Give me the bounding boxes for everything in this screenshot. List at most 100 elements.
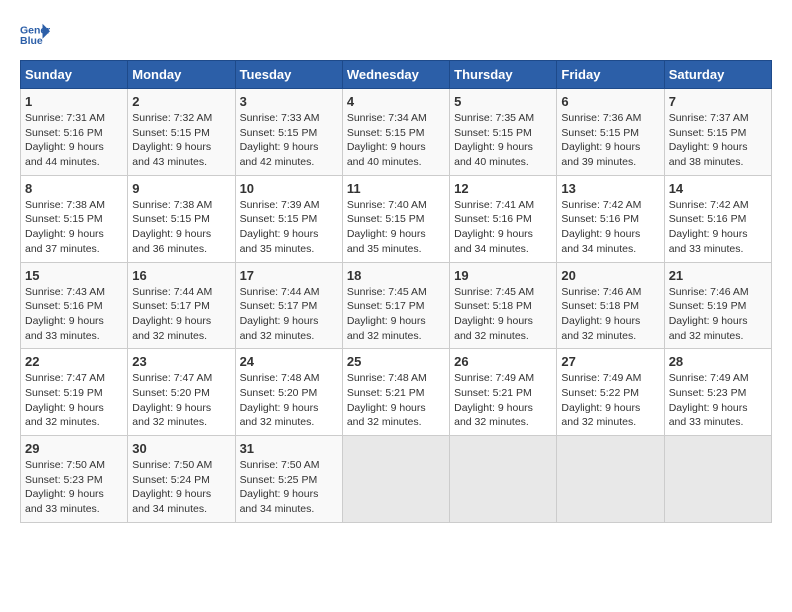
calendar-cell: 17 Sunrise: 7:44 AM Sunset: 5:17 PM Dayl… (235, 262, 342, 349)
logo-icon: General Blue (20, 20, 50, 50)
day-number: 30 (132, 441, 230, 456)
week-row-1: 1 Sunrise: 7:31 AM Sunset: 5:16 PM Dayli… (21, 89, 772, 176)
calendar-cell: 7 Sunrise: 7:37 AM Sunset: 5:15 PM Dayli… (664, 89, 771, 176)
svg-text:Blue: Blue (20, 35, 43, 47)
day-number: 28 (669, 354, 767, 369)
calendar-cell: 12 Sunrise: 7:41 AM Sunset: 5:16 PM Dayl… (450, 175, 557, 262)
day-number: 6 (561, 94, 659, 109)
weekday-header-sunday: Sunday (21, 61, 128, 89)
calendar-cell: 5 Sunrise: 7:35 AM Sunset: 5:15 PM Dayli… (450, 89, 557, 176)
weekday-header-friday: Friday (557, 61, 664, 89)
calendar-cell: 20 Sunrise: 7:46 AM Sunset: 5:18 PM Dayl… (557, 262, 664, 349)
day-info: Sunrise: 7:47 AM Sunset: 5:20 PM Dayligh… (132, 371, 230, 430)
day-number: 4 (347, 94, 445, 109)
calendar-cell: 11 Sunrise: 7:40 AM Sunset: 5:15 PM Dayl… (342, 175, 449, 262)
day-number: 17 (240, 268, 338, 283)
day-info: Sunrise: 7:44 AM Sunset: 5:17 PM Dayligh… (132, 285, 230, 344)
week-row-2: 8 Sunrise: 7:38 AM Sunset: 5:15 PM Dayli… (21, 175, 772, 262)
day-number: 31 (240, 441, 338, 456)
day-number: 20 (561, 268, 659, 283)
week-row-5: 29 Sunrise: 7:50 AM Sunset: 5:23 PM Dayl… (21, 436, 772, 523)
weekday-header-monday: Monday (128, 61, 235, 89)
day-info: Sunrise: 7:38 AM Sunset: 5:15 PM Dayligh… (25, 198, 123, 257)
day-number: 29 (25, 441, 123, 456)
calendar-cell: 30 Sunrise: 7:50 AM Sunset: 5:24 PM Dayl… (128, 436, 235, 523)
calendar-cell: 24 Sunrise: 7:48 AM Sunset: 5:20 PM Dayl… (235, 349, 342, 436)
calendar-cell: 19 Sunrise: 7:45 AM Sunset: 5:18 PM Dayl… (450, 262, 557, 349)
weekday-header-wednesday: Wednesday (342, 61, 449, 89)
calendar-cell: 13 Sunrise: 7:42 AM Sunset: 5:16 PM Dayl… (557, 175, 664, 262)
calendar-cell: 22 Sunrise: 7:47 AM Sunset: 5:19 PM Dayl… (21, 349, 128, 436)
day-info: Sunrise: 7:32 AM Sunset: 5:15 PM Dayligh… (132, 111, 230, 170)
day-info: Sunrise: 7:48 AM Sunset: 5:20 PM Dayligh… (240, 371, 338, 430)
calendar-cell: 26 Sunrise: 7:49 AM Sunset: 5:21 PM Dayl… (450, 349, 557, 436)
day-number: 19 (454, 268, 552, 283)
day-info: Sunrise: 7:45 AM Sunset: 5:18 PM Dayligh… (454, 285, 552, 344)
day-number: 16 (132, 268, 230, 283)
day-number: 22 (25, 354, 123, 369)
day-info: Sunrise: 7:37 AM Sunset: 5:15 PM Dayligh… (669, 111, 767, 170)
day-info: Sunrise: 7:49 AM Sunset: 5:22 PM Dayligh… (561, 371, 659, 430)
day-number: 21 (669, 268, 767, 283)
day-number: 2 (132, 94, 230, 109)
day-info: Sunrise: 7:31 AM Sunset: 5:16 PM Dayligh… (25, 111, 123, 170)
day-number: 8 (25, 181, 123, 196)
day-number: 25 (347, 354, 445, 369)
calendar-cell: 10 Sunrise: 7:39 AM Sunset: 5:15 PM Dayl… (235, 175, 342, 262)
day-number: 7 (669, 94, 767, 109)
calendar-cell (557, 436, 664, 523)
day-info: Sunrise: 7:35 AM Sunset: 5:15 PM Dayligh… (454, 111, 552, 170)
header: General Blue (20, 20, 772, 50)
day-info: Sunrise: 7:45 AM Sunset: 5:17 PM Dayligh… (347, 285, 445, 344)
day-number: 14 (669, 181, 767, 196)
calendar-cell: 9 Sunrise: 7:38 AM Sunset: 5:15 PM Dayli… (128, 175, 235, 262)
day-number: 12 (454, 181, 552, 196)
day-number: 11 (347, 181, 445, 196)
day-number: 5 (454, 94, 552, 109)
calendar-cell (450, 436, 557, 523)
day-number: 10 (240, 181, 338, 196)
day-info: Sunrise: 7:50 AM Sunset: 5:24 PM Dayligh… (132, 458, 230, 517)
day-number: 3 (240, 94, 338, 109)
calendar-cell: 1 Sunrise: 7:31 AM Sunset: 5:16 PM Dayli… (21, 89, 128, 176)
day-info: Sunrise: 7:34 AM Sunset: 5:15 PM Dayligh… (347, 111, 445, 170)
calendar-cell (664, 436, 771, 523)
calendar-table: SundayMondayTuesdayWednesdayThursdayFrid… (20, 60, 772, 523)
day-info: Sunrise: 7:48 AM Sunset: 5:21 PM Dayligh… (347, 371, 445, 430)
day-info: Sunrise: 7:40 AM Sunset: 5:15 PM Dayligh… (347, 198, 445, 257)
calendar-cell: 18 Sunrise: 7:45 AM Sunset: 5:17 PM Dayl… (342, 262, 449, 349)
day-info: Sunrise: 7:43 AM Sunset: 5:16 PM Dayligh… (25, 285, 123, 344)
calendar-cell: 28 Sunrise: 7:49 AM Sunset: 5:23 PM Dayl… (664, 349, 771, 436)
weekday-header-saturday: Saturday (664, 61, 771, 89)
calendar-cell: 27 Sunrise: 7:49 AM Sunset: 5:22 PM Dayl… (557, 349, 664, 436)
calendar-cell: 8 Sunrise: 7:38 AM Sunset: 5:15 PM Dayli… (21, 175, 128, 262)
calendar-cell: 2 Sunrise: 7:32 AM Sunset: 5:15 PM Dayli… (128, 89, 235, 176)
calendar-cell: 21 Sunrise: 7:46 AM Sunset: 5:19 PM Dayl… (664, 262, 771, 349)
calendar-cell: 23 Sunrise: 7:47 AM Sunset: 5:20 PM Dayl… (128, 349, 235, 436)
day-info: Sunrise: 7:38 AM Sunset: 5:15 PM Dayligh… (132, 198, 230, 257)
day-number: 24 (240, 354, 338, 369)
weekday-header-row: SundayMondayTuesdayWednesdayThursdayFrid… (21, 61, 772, 89)
day-number: 1 (25, 94, 123, 109)
calendar-cell: 4 Sunrise: 7:34 AM Sunset: 5:15 PM Dayli… (342, 89, 449, 176)
day-number: 18 (347, 268, 445, 283)
calendar-cell (342, 436, 449, 523)
day-info: Sunrise: 7:49 AM Sunset: 5:21 PM Dayligh… (454, 371, 552, 430)
weekday-header-tuesday: Tuesday (235, 61, 342, 89)
day-info: Sunrise: 7:46 AM Sunset: 5:18 PM Dayligh… (561, 285, 659, 344)
day-info: Sunrise: 7:46 AM Sunset: 5:19 PM Dayligh… (669, 285, 767, 344)
weekday-header-thursday: Thursday (450, 61, 557, 89)
day-info: Sunrise: 7:50 AM Sunset: 5:23 PM Dayligh… (25, 458, 123, 517)
day-info: Sunrise: 7:41 AM Sunset: 5:16 PM Dayligh… (454, 198, 552, 257)
day-info: Sunrise: 7:42 AM Sunset: 5:16 PM Dayligh… (561, 198, 659, 257)
day-info: Sunrise: 7:44 AM Sunset: 5:17 PM Dayligh… (240, 285, 338, 344)
calendar-cell: 16 Sunrise: 7:44 AM Sunset: 5:17 PM Dayl… (128, 262, 235, 349)
calendar-cell: 15 Sunrise: 7:43 AM Sunset: 5:16 PM Dayl… (21, 262, 128, 349)
calendar-cell: 25 Sunrise: 7:48 AM Sunset: 5:21 PM Dayl… (342, 349, 449, 436)
day-info: Sunrise: 7:49 AM Sunset: 5:23 PM Dayligh… (669, 371, 767, 430)
calendar-cell: 29 Sunrise: 7:50 AM Sunset: 5:23 PM Dayl… (21, 436, 128, 523)
week-row-4: 22 Sunrise: 7:47 AM Sunset: 5:19 PM Dayl… (21, 349, 772, 436)
day-info: Sunrise: 7:42 AM Sunset: 5:16 PM Dayligh… (669, 198, 767, 257)
day-number: 9 (132, 181, 230, 196)
day-number: 27 (561, 354, 659, 369)
